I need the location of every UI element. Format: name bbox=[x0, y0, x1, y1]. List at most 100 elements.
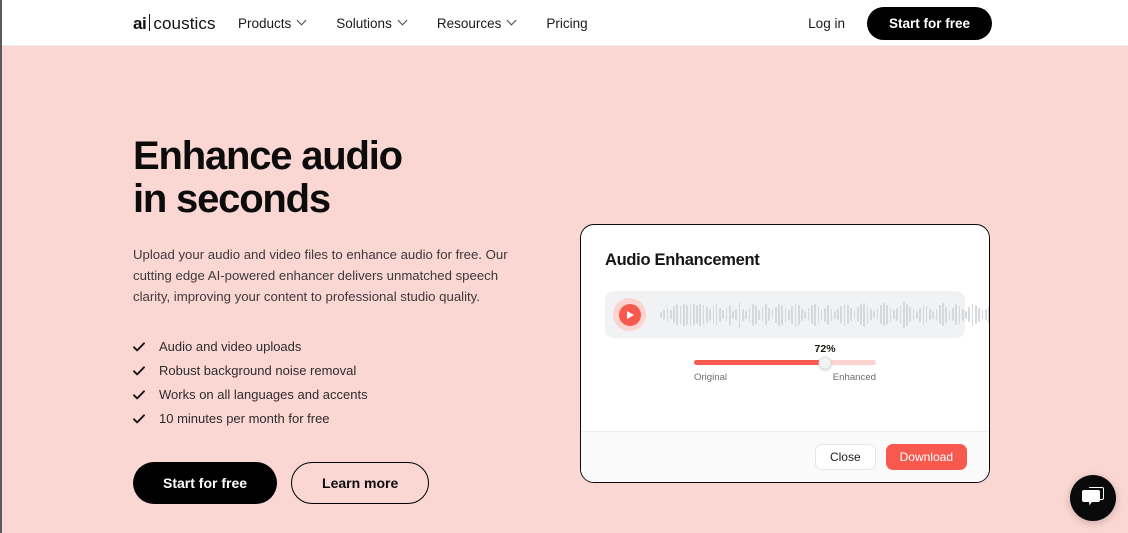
waveform-bar bbox=[742, 308, 744, 321]
hero-start-for-free-button[interactable]: Start for free bbox=[133, 462, 278, 505]
waveform-bar bbox=[735, 309, 738, 320]
waveform-bar bbox=[978, 307, 980, 322]
waveform-bar bbox=[814, 303, 816, 326]
waveform-bar bbox=[794, 302, 797, 327]
waveform-bar bbox=[955, 304, 957, 325]
waveform-bar bbox=[899, 305, 902, 324]
waveform-bar bbox=[722, 310, 725, 319]
waveform-bar bbox=[902, 301, 905, 328]
nav-label-pricing: Pricing bbox=[546, 15, 588, 31]
slider-thumb[interactable] bbox=[818, 356, 832, 369]
waveform-bar bbox=[892, 310, 895, 319]
check-icon bbox=[133, 389, 145, 401]
audio-enhancement-card: Audio Enhancement 72% Original Enhanced … bbox=[580, 224, 990, 483]
hero-learn-more-button[interactable]: Learn more bbox=[291, 462, 430, 505]
waveform-bar bbox=[847, 305, 849, 324]
waveform-bar bbox=[784, 307, 787, 322]
waveform-bar bbox=[981, 310, 984, 319]
feature-item: Works on all languages and accents bbox=[133, 383, 553, 407]
waveform-bar bbox=[827, 304, 830, 325]
waveform-bar bbox=[682, 303, 685, 326]
waveform-bar bbox=[915, 310, 918, 319]
hero-title: Enhance audio in seconds bbox=[133, 134, 403, 221]
waveform-bar bbox=[866, 305, 869, 324]
main-navigation: Products Solutions Resources Pricing bbox=[238, 0, 588, 46]
waveform-bar bbox=[810, 305, 813, 324]
play-icon bbox=[618, 303, 641, 326]
waveform-bar bbox=[856, 307, 859, 322]
hero-section: Enhance audio in seconds Upload your aud… bbox=[2, 46, 1128, 533]
waveform-bar bbox=[699, 303, 702, 326]
waveform-bar bbox=[840, 306, 843, 323]
waveform-bar bbox=[732, 310, 734, 319]
slider-fill bbox=[694, 360, 826, 365]
nav-item-products[interactable]: Products bbox=[238, 16, 306, 31]
slider-endpoint-labels: Original Enhanced bbox=[694, 372, 876, 383]
site-header: ai coustics Products Solutions Resources… bbox=[0, 0, 1128, 46]
nav-item-resources[interactable]: Resources bbox=[437, 16, 517, 31]
waveform-bar bbox=[715, 304, 718, 325]
waveform-bar bbox=[791, 305, 793, 324]
waveform-bar bbox=[896, 308, 898, 321]
waveform-bar bbox=[774, 306, 777, 323]
waveform-bar bbox=[932, 310, 935, 319]
waveform-bar bbox=[728, 304, 731, 325]
waveform-bar bbox=[755, 305, 757, 324]
card-footer: Close Download bbox=[581, 431, 989, 482]
browser-edge-sliver bbox=[0, 0, 2, 533]
waveform-bar bbox=[686, 304, 688, 325]
check-icon bbox=[133, 413, 145, 425]
close-button[interactable]: Close bbox=[814, 444, 876, 470]
waveform-bar bbox=[781, 304, 784, 325]
waveform-bar bbox=[975, 305, 977, 324]
logo-text-bold: ai bbox=[133, 14, 147, 33]
waveform-bar bbox=[971, 303, 974, 326]
waveform-bar bbox=[922, 304, 925, 325]
waveform-bar bbox=[787, 309, 790, 320]
waveform-bar bbox=[968, 307, 971, 322]
waveform-bar bbox=[807, 308, 810, 321]
audio-player bbox=[605, 291, 989, 338]
waveform-bar bbox=[758, 309, 761, 320]
waveform-bar bbox=[833, 310, 836, 319]
slider-track[interactable] bbox=[694, 356, 876, 369]
feature-item: 10 minutes per month for free bbox=[133, 407, 553, 431]
hero-subtitle: Upload your audio and video files to enh… bbox=[133, 247, 508, 304]
waveform-bar bbox=[938, 305, 941, 324]
download-button[interactable]: Download bbox=[885, 444, 967, 470]
waveform-bar bbox=[817, 306, 820, 323]
waveform-bar bbox=[712, 305, 715, 324]
nav-item-pricing[interactable]: Pricing bbox=[546, 16, 587, 31]
waveform-bar bbox=[843, 303, 846, 326]
feature-list: Audio and video uploads Robust backgroun… bbox=[133, 335, 553, 431]
waveform-bar bbox=[765, 304, 767, 325]
waveform-bar bbox=[761, 307, 764, 322]
feature-label: Audio and video uploads bbox=[159, 339, 302, 355]
waveform-bar bbox=[945, 306, 948, 323]
audio-waveform[interactable] bbox=[660, 301, 989, 329]
play-button[interactable] bbox=[613, 298, 646, 331]
waveform-bar bbox=[853, 310, 856, 319]
header-actions: Log in Start for free bbox=[808, 0, 992, 46]
waveform-bar bbox=[702, 304, 705, 325]
waveform-bar bbox=[820, 309, 823, 320]
chevron-down-icon bbox=[298, 17, 306, 25]
check-icon bbox=[133, 341, 145, 353]
waveform-bar bbox=[925, 306, 928, 323]
waveform-bar bbox=[906, 303, 908, 326]
header-start-for-free-button[interactable]: Start for free bbox=[866, 6, 992, 40]
login-link[interactable]: Log in bbox=[808, 16, 845, 31]
waveform-bar bbox=[705, 306, 708, 323]
waveform-bar bbox=[952, 308, 954, 321]
chat-bubble-icon bbox=[1081, 486, 1105, 511]
nav-item-solutions[interactable]: Solutions bbox=[336, 16, 407, 31]
chevron-down-icon bbox=[508, 17, 516, 25]
waveform-bar bbox=[709, 308, 711, 321]
site-logo[interactable]: ai coustics bbox=[133, 12, 216, 35]
waveform-bar bbox=[676, 304, 679, 325]
chat-widget-button[interactable] bbox=[1070, 475, 1116, 521]
logo-text-rest: coustics bbox=[153, 14, 216, 33]
waveform-bar bbox=[873, 311, 875, 318]
feature-label: Robust background noise removal bbox=[159, 363, 357, 379]
waveform-bar bbox=[692, 304, 695, 325]
